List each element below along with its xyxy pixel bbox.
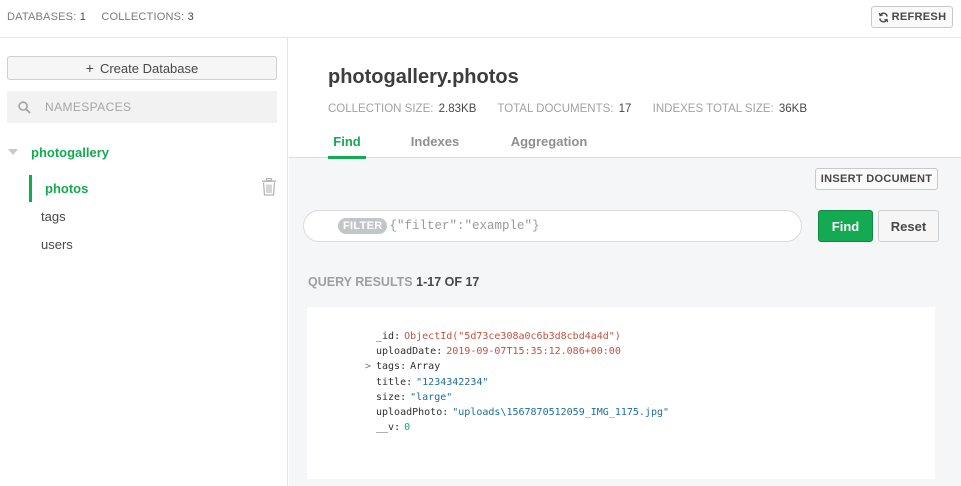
tab-indexes[interactable]: Indexes — [407, 134, 463, 158]
sidebar-database-photogallery[interactable]: photogallery — [0, 140, 288, 166]
reset-button[interactable]: Reset — [878, 210, 939, 242]
document-fields: _id: ObjectId("5d73ce308a0c6b3d8cbd4a4d")… — [365, 329, 669, 435]
create-database-button[interactable]: + Create Database — [7, 56, 277, 80]
chevron-right-icon[interactable]: > — [365, 359, 371, 374]
total-documents-value: 17 — [618, 103, 632, 115]
databases-count: 1 — [79, 11, 87, 23]
collections-count: 3 — [187, 11, 194, 23]
filter-input[interactable] — [389, 219, 790, 233]
field-key: size — [376, 391, 401, 403]
active-indicator — [29, 175, 32, 202]
field-value: "uploads\1567870512059_IMG_1175.jpg" — [452, 407, 670, 419]
databases-label: DATABASES: — [7, 11, 77, 23]
results-title: QUERY RESULTS — [308, 275, 413, 289]
create-database-label: Create Database — [99, 60, 199, 76]
database-name: photogallery — [31, 145, 110, 160]
caret-down-icon[interactable] — [8, 149, 18, 155]
field-value: 2019-09-07T15:35:12.086+00:00 — [446, 346, 621, 358]
namespace-search — [7, 91, 277, 123]
tab-aggregation[interactable]: Aggregation — [507, 134, 591, 158]
namespace-search-input[interactable] — [45, 100, 265, 114]
filter-pill: FILTER — [338, 218, 388, 234]
field-v[interactable]: __v: 0 — [376, 420, 669, 435]
reset-label: Reset — [890, 218, 927, 234]
refresh-icon — [878, 12, 888, 22]
refresh-label: REFRESH — [891, 11, 947, 23]
document-card[interactable]: _id: ObjectId("5d73ce308a0c6b3d8cbd4a4d")… — [307, 307, 935, 479]
sidebar: + Create Database photogallery photos ta… — [0, 38, 288, 486]
filter-bar: FILTER — [303, 210, 802, 242]
main-panel: photogallery.photos COLLECTION SIZE: 2.8… — [289, 38, 961, 486]
field-key: title — [376, 376, 407, 388]
query-results-label: QUERY RESULTS 1-17 OF 17 — [308, 275, 479, 289]
field-value: ObjectId("5d73ce308a0c6b3d8cbd4a4d") — [404, 331, 621, 342]
collection-label: users — [41, 237, 73, 252]
search-icon — [18, 100, 31, 114]
find-button[interactable]: Find — [818, 210, 873, 242]
sidebar-collection-tags[interactable]: tags — [0, 203, 288, 229]
collection-size-value: 2.83KB — [438, 103, 477, 115]
indexes-size-value: 36KB — [778, 103, 807, 115]
refresh-button[interactable]: REFRESH — [871, 6, 953, 28]
field-key: uploadDate — [376, 346, 437, 358]
sidebar-collection-users[interactable]: users — [0, 231, 288, 257]
find-label: Find — [831, 218, 860, 234]
trash-icon[interactable] — [261, 178, 277, 196]
field-uploadphoto[interactable]: uploadPhoto: "uploads\1567870512059_IMG_1… — [376, 405, 669, 420]
field-value: "1234342234" — [416, 376, 489, 388]
field-key: _id — [376, 331, 395, 342]
field-tags[interactable]: > tags: Array — [365, 359, 669, 374]
collection-header: photogallery.photos COLLECTION SIZE: 2.8… — [289, 38, 961, 159]
field-key: __v — [376, 422, 395, 434]
field-key: uploadPhoto — [376, 407, 443, 419]
field-id[interactable]: _id: ObjectId("5d73ce308a0c6b3d8cbd4a4d") — [376, 329, 669, 344]
field-value: Array — [410, 361, 441, 373]
collection-label: photos — [45, 181, 89, 196]
results-range: 1-17 OF 17 — [416, 275, 480, 289]
field-key: tags — [376, 361, 401, 373]
field-value: "large" — [410, 391, 453, 403]
field-uploaddate[interactable]: uploadDate: 2019-09-07T15:35:12.086+00:00 — [376, 344, 669, 359]
plus-icon: + — [85, 60, 94, 76]
collection-tabs: Find Indexes Aggregation — [289, 134, 961, 159]
top-bar: DATABASES: 1 COLLECTIONS: 3 REFRESH — [0, 0, 961, 38]
collection-size-label: COLLECTION SIZE: — [328, 103, 434, 115]
collection-label: tags — [41, 209, 66, 224]
tab-label: Aggregation — [510, 134, 588, 149]
instance-stats: DATABASES: 1 COLLECTIONS: 3 — [7, 11, 206, 23]
tab-label: Indexes — [410, 134, 460, 149]
total-documents-label: TOTAL DOCUMENTS: — [497, 103, 614, 115]
tab-find[interactable]: Find — [328, 134, 366, 159]
sidebar-collection-photos[interactable]: photos — [0, 175, 288, 202]
indexes-size-label: INDEXES TOTAL SIZE: — [652, 103, 774, 115]
insert-document-label: INSERT DOCUMENT — [820, 173, 933, 185]
tab-label: Find — [333, 134, 361, 149]
field-size[interactable]: size: "large" — [376, 390, 669, 405]
page-title: photogallery.photos — [328, 66, 519, 88]
field-title[interactable]: title: "1234342234" — [376, 375, 669, 390]
insert-document-button[interactable]: INSERT DOCUMENT — [815, 168, 938, 190]
field-value: 0 — [404, 422, 411, 434]
collection-stats: COLLECTION SIZE: 2.83KB TOTAL DOCUMENTS:… — [328, 103, 825, 115]
collections-label: COLLECTIONS: — [101, 11, 185, 23]
